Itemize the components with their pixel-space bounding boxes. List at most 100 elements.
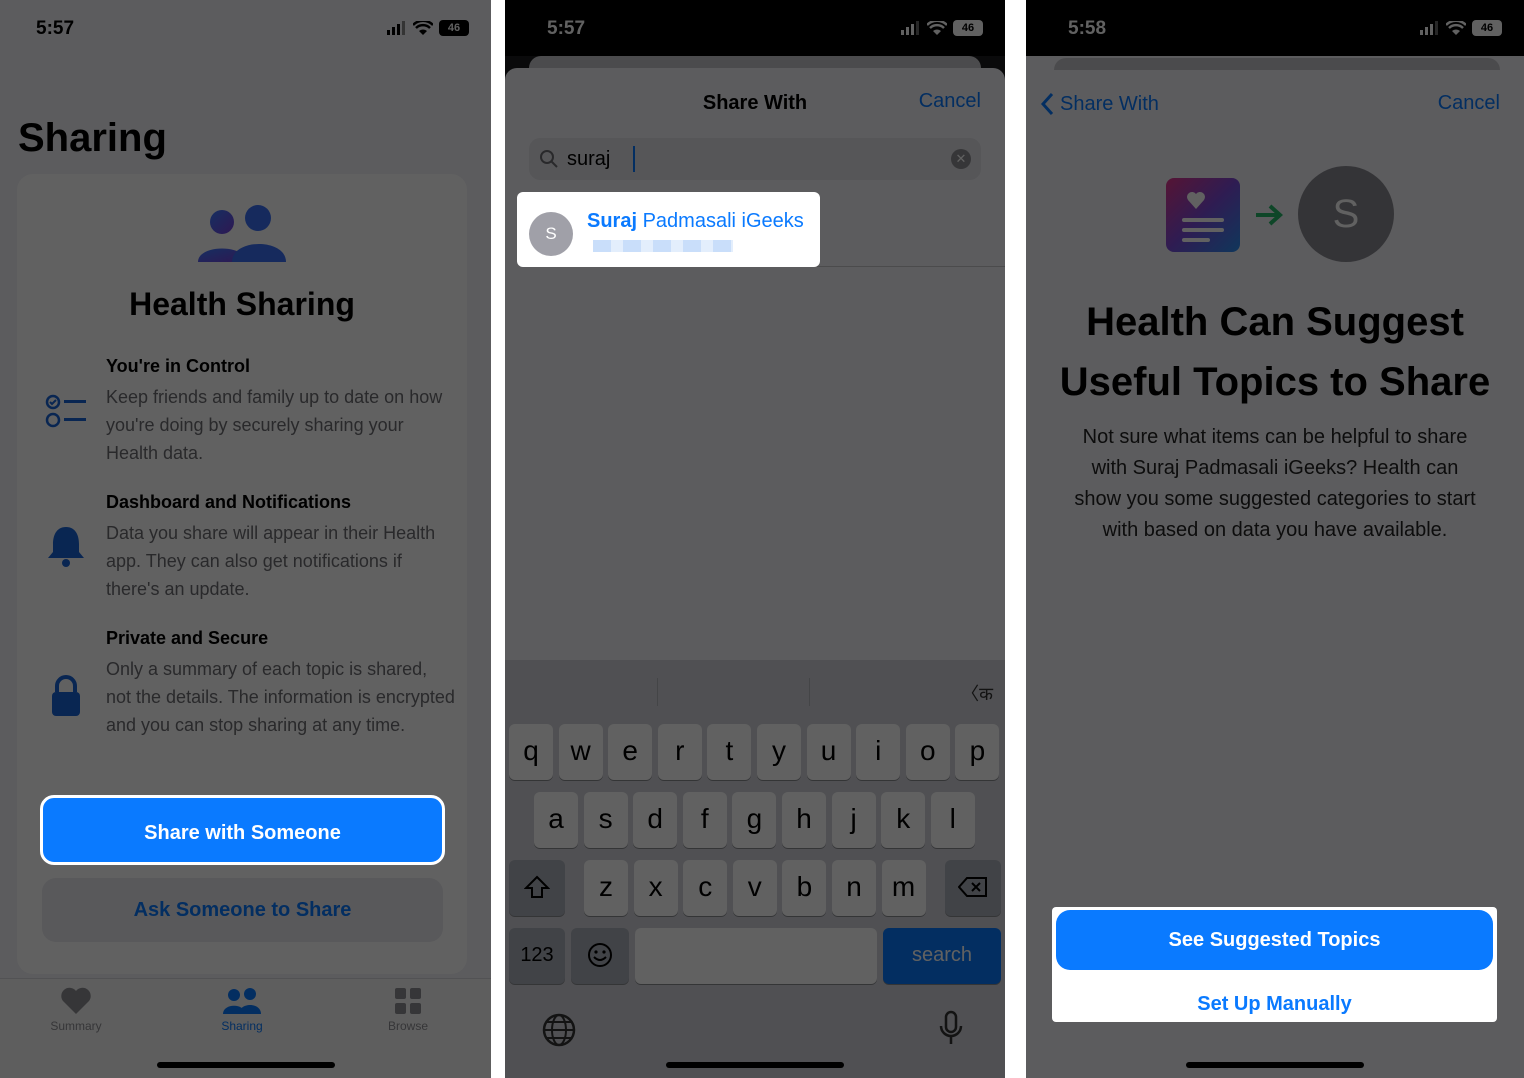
- tab-label: Sharing: [221, 1019, 263, 1033]
- status-bar: 5:57 46: [0, 0, 491, 56]
- key-d[interactable]: d: [633, 792, 678, 848]
- shift-icon: [523, 875, 551, 898]
- wifi-icon: [927, 20, 947, 35]
- search-key[interactable]: search: [883, 928, 1001, 984]
- space-key[interactable]: [635, 928, 877, 984]
- key-q[interactable]: q: [509, 724, 553, 780]
- key-u[interactable]: u: [806, 724, 851, 780]
- tab-browse[interactable]: Browse: [358, 987, 458, 1033]
- emoji-icon: [588, 943, 612, 967]
- microphone-icon[interactable]: [933, 1010, 969, 1046]
- status-bar: 5:57 46: [505, 0, 1005, 56]
- search-input[interactable]: suraj: [567, 148, 610, 171]
- key-j[interactable]: j: [831, 792, 876, 848]
- text-cursor: [633, 146, 635, 172]
- page-title: Health Can Suggest Useful Topics to Shar…: [1059, 300, 1491, 404]
- key-p[interactable]: p: [955, 724, 1000, 780]
- key-w[interactable]: w: [558, 724, 603, 780]
- cancel-button[interactable]: Cancel: [919, 90, 981, 113]
- divider: [809, 678, 810, 706]
- key-z[interactable]: z: [584, 860, 628, 916]
- key-l[interactable]: l: [930, 792, 975, 848]
- keyboard: 〈क qwertyuiop asdfghjkl zxcvbnm 123 sear…: [505, 660, 1005, 1078]
- status-bar: 5:58 46: [1026, 0, 1524, 56]
- share-with-someone-button[interactable]: Share with Someone: [40, 795, 445, 865]
- card-title: Health Sharing: [129, 286, 355, 322]
- key-o[interactable]: o: [905, 724, 950, 780]
- ask-someone-button[interactable]: Ask Someone to Share: [42, 878, 443, 942]
- share-with-screen: 5:57 46 Share With Cancel suraj ✕ 〈क qwe…: [505, 0, 1005, 1078]
- feature-in-control: You're in Control Keep friends and famil…: [106, 356, 456, 467]
- status-time: 5:57: [547, 18, 586, 39]
- search-icon: [540, 150, 558, 168]
- chevron-left-icon: [1040, 92, 1054, 116]
- description: Not sure what items can be helpful to sh…: [1074, 426, 1476, 541]
- globe-icon[interactable]: [541, 1012, 577, 1048]
- backspace-key[interactable]: [945, 860, 1001, 916]
- emoji-key[interactable]: [571, 928, 629, 984]
- tab-label: Browse: [387, 1019, 428, 1033]
- set-up-manually-button[interactable]: Set Up Manually: [1052, 993, 1497, 1016]
- key-x[interactable]: x: [633, 860, 678, 916]
- key-g[interactable]: g: [732, 792, 777, 848]
- checklist-icon: [45, 394, 86, 428]
- search-field[interactable]: suraj ✕: [529, 138, 981, 180]
- feature-heading: Dashboard and Notifications: [106, 492, 352, 512]
- key-k[interactable]: k: [881, 792, 926, 848]
- feature-heading: You're in Control: [106, 356, 250, 376]
- avatar: S: [1298, 166, 1394, 262]
- blurred-contact-detail: [593, 240, 733, 252]
- feature-private: Private and Secure Only a summary of eac…: [106, 628, 456, 739]
- language-hint[interactable]: 〈क: [961, 680, 993, 706]
- key-m[interactable]: m: [881, 860, 926, 916]
- key-c[interactable]: c: [683, 860, 728, 916]
- key-s[interactable]: s: [583, 792, 628, 848]
- see-suggested-topics-button[interactable]: See Suggested Topics: [1056, 910, 1493, 970]
- feature-body: Keep friends and family up to date on ho…: [106, 387, 443, 463]
- people-icon: [198, 205, 286, 262]
- key-f[interactable]: f: [682, 792, 727, 848]
- battery-icon: 46: [1472, 20, 1502, 36]
- cancel-button[interactable]: Cancel: [1438, 92, 1500, 115]
- key-h[interactable]: h: [782, 792, 826, 848]
- status-time: 5:58: [1068, 18, 1107, 39]
- key-b[interactable]: b: [782, 860, 827, 916]
- page-title: Sharing: [18, 116, 167, 160]
- feature-body: Data you share will appear in their Heal…: [106, 523, 436, 599]
- key-t[interactable]: t: [707, 724, 752, 780]
- feature-body: Only a summary of each topic is shared, …: [106, 659, 455, 735]
- key-i[interactable]: i: [856, 724, 901, 780]
- shift-key[interactable]: [509, 860, 565, 916]
- action-buttons: See Suggested Topics Set Up Manually: [1052, 907, 1497, 1022]
- home-indicator: [1186, 1062, 1364, 1068]
- tab-summary[interactable]: Summary: [26, 987, 126, 1033]
- key-r[interactable]: r: [657, 724, 702, 780]
- suggest-topics-screen: 5:58 46 Share With Cancel S Health Can S…: [1026, 0, 1524, 1078]
- name-rest: Padmasali iGeeks: [637, 210, 804, 232]
- tab-label: Summary: [50, 1019, 102, 1033]
- back-button[interactable]: Share With: [1040, 92, 1159, 116]
- feature-heading: Private and Secure: [106, 628, 269, 648]
- key-e[interactable]: e: [608, 724, 653, 780]
- key-y[interactable]: y: [757, 724, 801, 780]
- contact-name: Suraj Padmasali iGeeks: [587, 210, 804, 233]
- divider: [657, 678, 658, 706]
- home-indicator: [156, 1062, 335, 1068]
- tab-sharing[interactable]: Sharing: [192, 987, 292, 1033]
- back-label: Share With: [1060, 92, 1159, 115]
- status-time: 5:57: [36, 18, 75, 39]
- clear-search-icon[interactable]: ✕: [951, 149, 971, 169]
- numbers-key[interactable]: 123: [509, 928, 565, 984]
- signal-icon: [1420, 21, 1438, 35]
- lock-icon: [52, 675, 80, 716]
- key-a[interactable]: a: [534, 792, 578, 848]
- home-indicator: [666, 1062, 844, 1068]
- heart-icon: [61, 987, 91, 1014]
- contact-result-row[interactable]: S Suraj Padmasali iGeeks: [517, 192, 820, 267]
- avatar: S: [529, 212, 573, 256]
- signal-icon: [901, 21, 919, 35]
- battery-icon: 46: [953, 20, 983, 36]
- key-v[interactable]: v: [732, 860, 777, 916]
- key-n[interactable]: n: [832, 860, 876, 916]
- grid-icon: [395, 988, 421, 1014]
